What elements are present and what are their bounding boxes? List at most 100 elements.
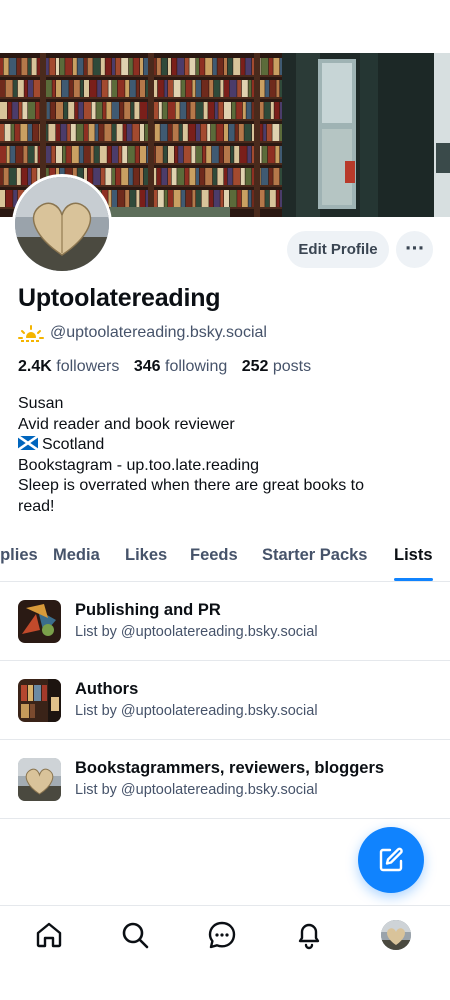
book-spine [276, 190, 280, 207]
search-icon[interactable] [120, 920, 150, 950]
list-title: Publishing and PR [75, 601, 221, 619]
compose-post-button[interactable] [358, 827, 424, 893]
posts-stat: 252 posts [242, 358, 311, 375]
book-spine [48, 124, 56, 141]
book-spine [171, 168, 177, 185]
book-spine [177, 168, 185, 185]
bottom-navigation [0, 905, 450, 967]
book-spine [238, 124, 244, 141]
chat-icon[interactable] [207, 920, 237, 950]
book-spine [100, 58, 105, 75]
following-label: following [165, 358, 228, 375]
book-spine [87, 58, 93, 75]
book-spine [268, 168, 273, 185]
book-spine [199, 58, 205, 75]
book-spine [143, 58, 149, 75]
book-spine [122, 146, 128, 163]
book-spine [269, 190, 276, 207]
book-spine [73, 80, 80, 97]
book-spine [129, 80, 136, 97]
book-spine [171, 58, 177, 75]
list-item[interactable]: Bookstagrammers, reviewers, bloggers Lis… [0, 740, 450, 819]
more-options-button[interactable]: ··· [396, 231, 433, 268]
book-spine [185, 190, 192, 207]
book-spine [134, 102, 140, 119]
book-spine [46, 102, 50, 119]
profile-screen: Edit Profile ··· Uptoolatereading @uptoo… [0, 0, 450, 1000]
book-spine [160, 124, 168, 141]
book-spine [261, 168, 269, 185]
book-spine [91, 102, 96, 119]
list-subtitle: List by @uptoolatereading.bsky.social [75, 703, 318, 719]
book-spine [203, 102, 208, 119]
book-spine [133, 168, 140, 185]
tab-likes[interactable]: Likes [125, 546, 167, 565]
edit-profile-button[interactable]: Edit Profile [287, 231, 389, 268]
profile-avatar[interactable] [12, 174, 112, 274]
book-spine [112, 58, 115, 75]
book-spine [50, 102, 56, 119]
book-spine [63, 102, 68, 119]
bio-line: Scotland [18, 435, 438, 456]
book-spine [196, 146, 202, 163]
following-count: 346 [133, 358, 161, 375]
tab-starter-packs[interactable]: Starter Packs [262, 546, 368, 565]
book-spine [233, 58, 241, 75]
book-spine [32, 124, 39, 141]
book-spine [96, 102, 103, 119]
book-spine [97, 80, 102, 97]
book-spine [231, 102, 236, 119]
book-spine [202, 146, 206, 163]
book-spine [163, 146, 168, 163]
book-spine [241, 80, 248, 97]
tab-feeds[interactable]: Feeds [190, 546, 238, 565]
book-spine [196, 58, 199, 75]
book-spine [218, 102, 224, 119]
book-spine [269, 80, 276, 97]
list-item[interactable]: Authors List by @uptoolatereading.bsky.s… [0, 661, 450, 740]
book-spine [94, 146, 100, 163]
book-spine [117, 190, 125, 207]
book-spine [128, 168, 133, 185]
profile-avatar-nav[interactable] [381, 920, 411, 950]
book-spine [20, 124, 28, 141]
book-spine [273, 168, 280, 185]
book-spine [168, 168, 171, 185]
book-spine [241, 190, 248, 207]
book-spine [136, 190, 140, 207]
book-spine [217, 58, 224, 75]
following-link[interactable]: 346 following [134, 358, 227, 375]
book-spine [180, 102, 187, 119]
book-spine [189, 58, 196, 75]
book-spine [239, 146, 247, 163]
book-spine [112, 124, 116, 141]
book-spine [13, 80, 18, 97]
book-spine [248, 190, 252, 207]
book-spine [108, 190, 112, 207]
book-spine [56, 80, 61, 97]
tab-media[interactable]: Media [53, 546, 100, 565]
book-spine [233, 168, 241, 185]
tab-lists[interactable]: Lists [394, 546, 433, 565]
followers-link[interactable]: 2.4K followers [18, 358, 119, 375]
book-spine [0, 124, 4, 141]
book-spine [101, 80, 108, 97]
book-spine [154, 124, 160, 141]
tab-replies[interactable]: Replies [0, 546, 38, 565]
book-spine [175, 102, 180, 119]
book-spine [168, 58, 171, 75]
home-icon[interactable] [34, 920, 64, 950]
bell-icon[interactable] [294, 920, 324, 950]
book-spine [268, 58, 273, 75]
profile-stats: 2.4K followers 346 following 252 posts [18, 358, 311, 376]
book-spine [211, 146, 219, 163]
book-spine [265, 80, 270, 97]
book-spine [273, 58, 280, 75]
book-spine [0, 168, 3, 185]
list-item[interactable]: Publishing and PR List by @uptoolateread… [0, 582, 450, 661]
book-spine [168, 124, 172, 141]
book-spine [207, 124, 211, 141]
book-spine [0, 80, 5, 97]
book-spine [95, 124, 99, 141]
book-spine [224, 58, 227, 75]
